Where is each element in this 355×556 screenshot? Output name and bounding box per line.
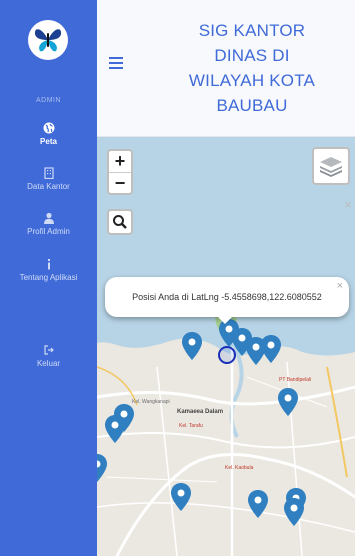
- sidebar-section-label: ADMIN: [35, 97, 62, 104]
- sidebar-item-profil-admin[interactable]: Profil Admin: [0, 212, 97, 237]
- office-marker[interactable]: [181, 331, 203, 361]
- sidebar-item-tentang-aplikasi[interactable]: Tentang Aplikasi: [0, 258, 97, 283]
- office-marker[interactable]: [97, 453, 108, 483]
- zoom-control: + −: [107, 149, 133, 195]
- popup-text: Posisi Anda di LatLng -5.4558698,122.608…: [132, 292, 322, 302]
- sidebar-item-label: Tentang Aplikasi: [19, 273, 78, 282]
- globe-icon: [43, 122, 54, 134]
- title-line: SIG KANTOR: [198, 21, 306, 40]
- sidebar-item-peta[interactable]: Peta: [0, 122, 97, 147]
- map-label: Kamaeea Dalam: [177, 409, 224, 415]
- map-label: Kel. Kaobula: [225, 465, 254, 471]
- title-line: WILAYAH KOTA: [188, 71, 316, 90]
- title-line: BAUBAU: [216, 96, 288, 115]
- sign-out-icon: [43, 345, 54, 355]
- layers-control-button[interactable]: [312, 147, 350, 185]
- menu-toggle-button[interactable]: [109, 57, 123, 69]
- map-search-button[interactable]: [107, 209, 133, 235]
- sidebar-item-data-kantor[interactable]: Data Kantor: [0, 167, 97, 192]
- sidebar: ADMIN Peta Data Kantor Profil Admin Tent…: [0, 0, 97, 556]
- map-label: Kel. Wangkanapi: [132, 399, 170, 405]
- app-window: ADMIN Peta Data Kantor Profil Admin Tent…: [0, 0, 355, 556]
- building-icon: [43, 167, 54, 179]
- office-marker[interactable]: [260, 334, 282, 364]
- sidebar-item-label: Keluar: [36, 359, 61, 368]
- office-marker[interactable]: [283, 497, 305, 527]
- panel-close-icon[interactable]: ×: [344, 197, 352, 212]
- search-icon: [113, 215, 127, 229]
- office-marker[interactable]: [247, 489, 269, 519]
- map-view[interactable]: Kamaeea Dalam PT Bandipelali Kel. Wangka…: [97, 137, 355, 556]
- office-marker[interactable]: [104, 414, 126, 444]
- layers-icon: [320, 157, 342, 177]
- office-marker[interactable]: [277, 387, 299, 417]
- zoom-out-button[interactable]: −: [109, 172, 131, 193]
- user-icon: [43, 212, 54, 224]
- butterfly-logo: [28, 20, 68, 60]
- location-popup: Posisi Anda di LatLng -5.4558698,122.608…: [105, 277, 349, 317]
- map-label: PT Bandipelali: [279, 377, 312, 383]
- sidebar-item-label: Data Kantor: [27, 182, 70, 191]
- page-header: SIG KANTOR DINAS DI WILAYAH KOTA BAUBAU: [97, 0, 355, 137]
- popup-tip: [217, 316, 233, 324]
- sidebar-item-label: Peta: [40, 137, 57, 146]
- page-title: SIG KANTOR DINAS DI WILAYAH KOTA BAUBAU: [167, 18, 337, 118]
- sidebar-item-label: Profil Admin: [27, 227, 70, 236]
- title-line: DINAS DI: [214, 46, 290, 65]
- sidebar-item-keluar[interactable]: Keluar: [0, 344, 97, 369]
- office-marker[interactable]: [170, 482, 192, 512]
- map-label: Kel. Tarafu: [179, 423, 203, 429]
- info-icon: [47, 259, 50, 270]
- popup-close-button[interactable]: ×: [337, 280, 343, 292]
- zoom-in-button[interactable]: +: [109, 151, 131, 172]
